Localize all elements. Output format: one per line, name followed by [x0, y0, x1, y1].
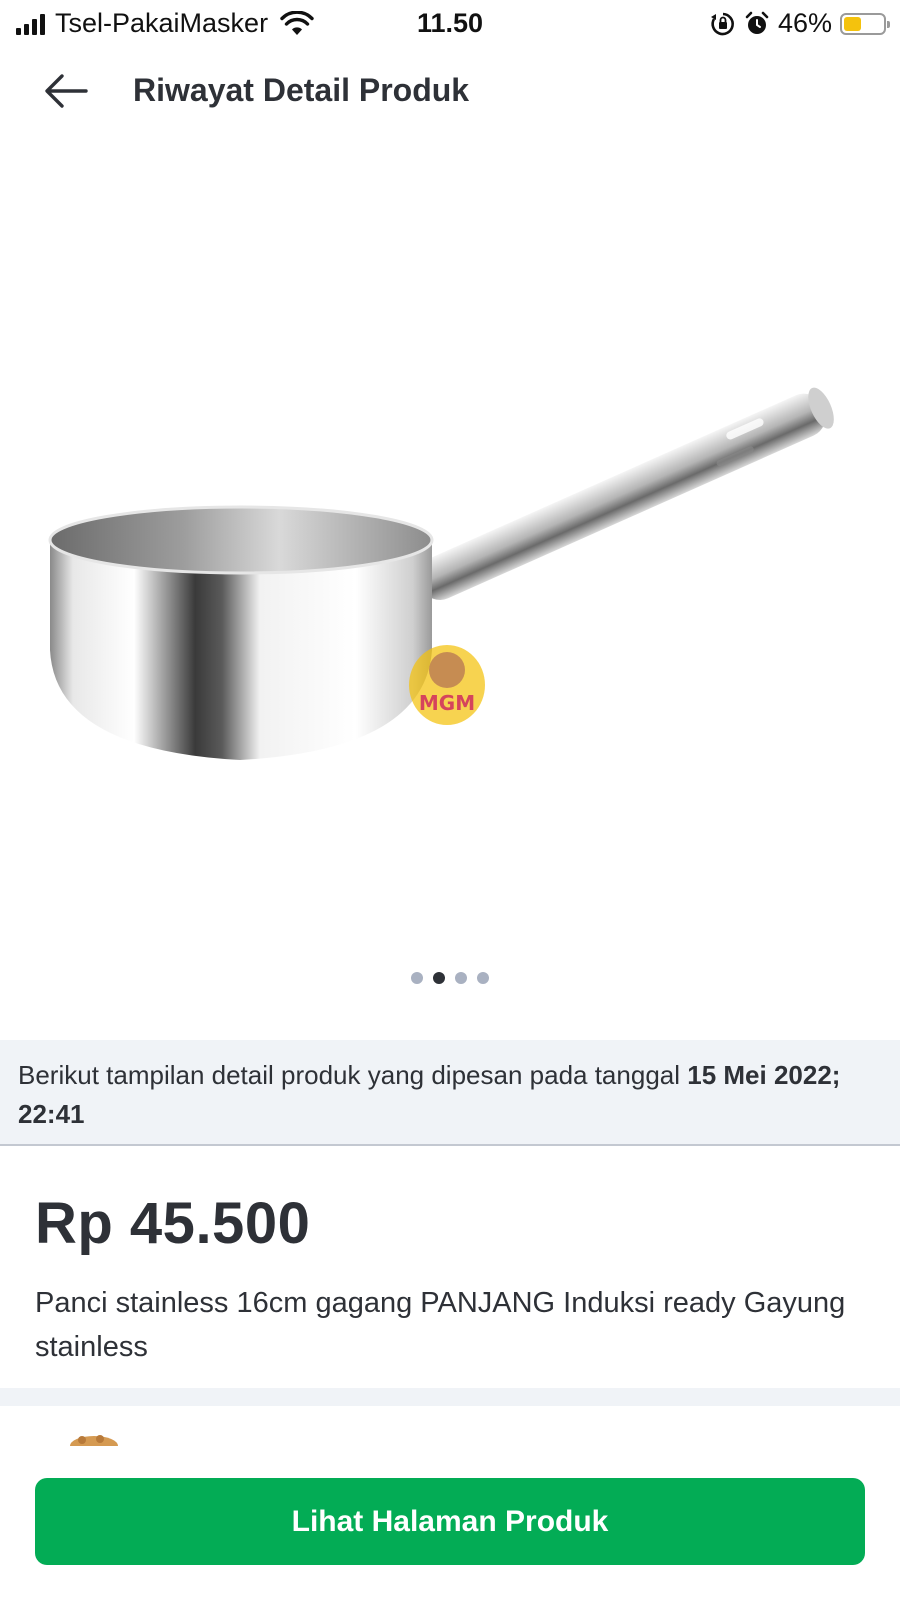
svg-text:MGM: MGM — [419, 691, 475, 715]
back-button[interactable] — [38, 66, 94, 116]
battery-percent: 46% — [777, 8, 832, 38]
order-date-banner: Berikut tampilan detail produk yang dipe… — [0, 1040, 900, 1146]
carousel-dot[interactable] — [411, 972, 423, 984]
section-divider — [0, 1388, 900, 1406]
view-product-page-button[interactable]: Lihat Halaman Produk — [35, 1478, 865, 1565]
order-date-text: Berikut tampilan detail produk yang dipe… — [18, 1056, 882, 1134]
carousel-dot[interactable] — [477, 972, 489, 984]
status-bar-left: Tsel-PakaiMasker — [16, 8, 314, 39]
alarm-icon — [745, 11, 769, 34]
carousel-dot[interactable] — [455, 972, 467, 984]
arrow-left-icon — [45, 74, 88, 108]
product-price: Rp 45.500 — [35, 1191, 311, 1256]
product-name: Panci stainless 16cm gagang PANJANG Indu… — [35, 1287, 846, 1363]
carousel-dot[interactable] — [433, 972, 445, 984]
signal-icon — [16, 13, 45, 35]
mgm-online-watermark: MGM — [409, 645, 485, 725]
carousel-indicator — [0, 972, 900, 984]
carrier-name: Tsel-PakaiMasker — [55, 8, 269, 38]
wifi-icon — [280, 10, 314, 35]
status-bar: Tsel-PakaiMasker 11.50 46% — [0, 0, 900, 48]
app-header: Riwayat Detail Produk — [0, 52, 900, 132]
battery-fill — [844, 16, 862, 31]
product-image-carousel[interactable]: MGM — [0, 140, 900, 1020]
shop-avatar — [70, 1435, 118, 1446]
product-image: MGM — [48, 387, 834, 760]
status-bar-right: 46% — [710, 8, 890, 39]
battery-icon — [840, 12, 890, 35]
orientation-lock-icon — [710, 12, 734, 35]
order-date-prefix: Berikut tampilan detail produk yang dipe… — [18, 1060, 688, 1090]
page-title: Riwayat Detail Produk — [133, 72, 470, 108]
